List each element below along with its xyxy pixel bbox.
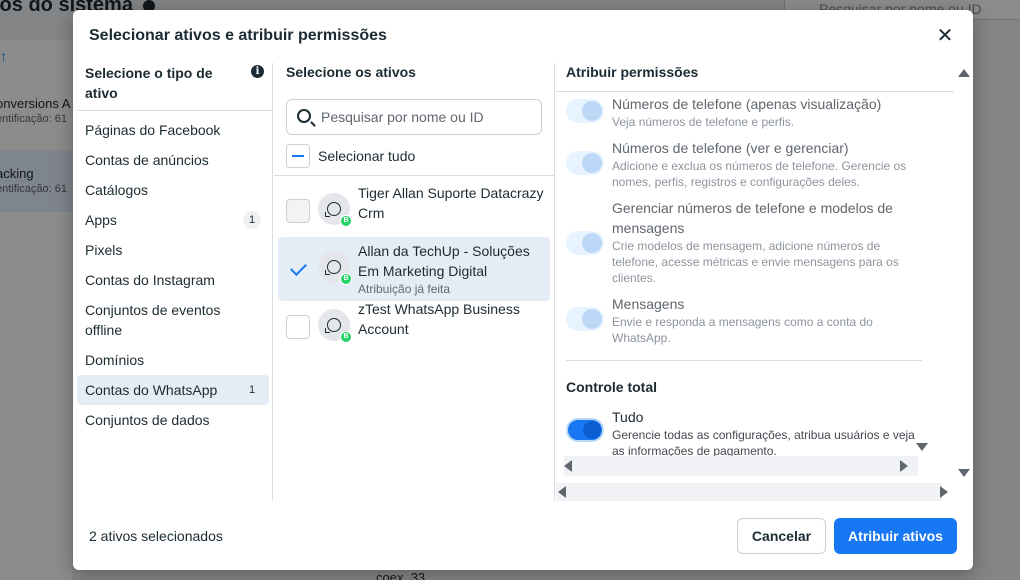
asset-type-catalogs[interactable]: Catálogos: [77, 175, 269, 205]
inner-horizontal-scrollbar[interactable]: [564, 456, 918, 476]
asset-row[interactable]: B Allan da TechUp - Soluções Em Marketin…: [278, 237, 550, 301]
asset-row[interactable]: B Tiger Allan Suporte Datacrazy Crm: [278, 179, 550, 243]
full-control-toggle[interactable]: [566, 418, 604, 442]
search-icon: [297, 109, 311, 123]
full-control-title: Controle total: [566, 379, 657, 395]
whatsapp-icon: B: [318, 193, 352, 227]
asset-type-list: Páginas do Facebook Contas de anúncios C…: [77, 111, 272, 435]
select-all-label: Selecionar tudo: [318, 148, 416, 164]
asset-type-label: Conjuntos de dados: [85, 412, 210, 428]
asset-type-pixels[interactable]: Pixels: [77, 235, 269, 265]
permission-desc: Gerencie todas as configurações, atribua…: [612, 428, 915, 458]
asset-type-datasets[interactable]: Conjuntos de dados: [77, 405, 269, 435]
asset-type-facebook-pages[interactable]: Páginas do Facebook: [77, 115, 269, 145]
asset-type-label: Contas do WhatsApp: [85, 382, 218, 398]
asset-checkbox[interactable]: [286, 199, 310, 223]
assign-assets-button[interactable]: Atribuir ativos: [834, 518, 957, 554]
check-icon[interactable]: [286, 257, 310, 281]
permission-title: Gerenciar números de telefone e modelos …: [612, 200, 893, 236]
scroll-up-icon[interactable]: [958, 69, 970, 77]
whatsapp-icon: B: [318, 309, 352, 343]
assets-title: Selecione os ativos: [286, 64, 416, 80]
scroll-left-icon[interactable]: [564, 460, 572, 472]
asset-type-column: Selecione o tipo de ativo i Páginas do F…: [77, 63, 273, 501]
permission-toggle[interactable]: [566, 231, 604, 255]
permissions-title: Atribuir permissões: [566, 64, 699, 80]
scroll-down-icon[interactable]: [916, 443, 928, 451]
asset-checkbox[interactable]: [286, 315, 310, 339]
asset-type-instagram-accounts[interactable]: Contas do Instagram: [77, 265, 269, 295]
asset-name: zTest WhatsApp Business Account: [358, 301, 520, 337]
asset-row[interactable]: B zTest WhatsApp Business Account: [278, 295, 550, 359]
dialog-title: Selecionar ativos e atribuir permissões: [89, 27, 387, 44]
asset-type-label: Conjuntos de eventos offline: [85, 302, 221, 338]
horizontal-scrollbar[interactable]: [556, 483, 942, 501]
permission-title: Números de telefone (apenas visualização…: [612, 96, 882, 112]
permission-title: Mensagens: [612, 296, 685, 312]
permission-title: Tudo: [612, 409, 644, 425]
asset-type-label: Contas do Instagram: [85, 272, 215, 288]
count-badge: 1: [248, 384, 256, 396]
asset-search-input[interactable]: [321, 106, 531, 128]
divider: [274, 175, 555, 176]
whatsapp-icon: B: [318, 251, 352, 285]
permission-desc: Veja números de telefone e perfis.: [612, 115, 795, 129]
assets-column: Selecione os ativos Selecionar tudo B Ti…: [274, 63, 555, 501]
asset-type-label: Apps: [85, 212, 117, 228]
assign-assets-dialog: Selecionar ativos e atribuir permissões …: [73, 10, 973, 570]
divider: [566, 360, 922, 361]
close-icon[interactable]: ✕: [933, 24, 957, 48]
permission-desc: Crie modelos de mensagem, adicione númer…: [612, 239, 899, 285]
selected-count-text: 2 ativos selecionados: [89, 528, 223, 544]
asset-type-label: Pixels: [85, 242, 123, 258]
permissions-scroll-area: Números de telefone (apenas visualização…: [556, 91, 954, 486]
asset-type-label: Páginas do Facebook: [85, 122, 221, 138]
cancel-button[interactable]: Cancelar: [737, 518, 826, 554]
asset-type-label: Catálogos: [85, 182, 149, 198]
asset-type-label: Contas de anúncios: [85, 152, 209, 168]
asset-type-domains[interactable]: Domínios: [77, 345, 269, 375]
select-all[interactable]: Selecionar tudo: [286, 144, 415, 168]
asset-name: Allan da TechUp - Soluções Em Marketing …: [358, 241, 544, 297]
info-icon[interactable]: i: [251, 65, 264, 78]
asset-type-whatsapp-accounts[interactable]: Contas do WhatsApp 1: [77, 375, 269, 405]
permission-desc: Envie e responda a mensagens como a cont…: [612, 315, 873, 345]
asset-type-ad-accounts[interactable]: Contas de anúncios: [77, 145, 269, 175]
asset-name: Tiger Allan Suporte Datacrazy Crm: [358, 185, 544, 221]
asset-type-apps[interactable]: Apps 1: [77, 205, 269, 235]
permission-title: Números de telefone (ver e gerenciar): [612, 140, 849, 156]
permissions-column: Atribuir permissões Números de telefone …: [556, 63, 973, 501]
permission-desc: Adicione e exclua os números de telefone…: [612, 159, 907, 189]
permission-toggle[interactable]: [566, 99, 604, 123]
scroll-right-icon[interactable]: [940, 486, 948, 498]
scroll-right-icon[interactable]: [900, 460, 908, 472]
scroll-down-icon[interactable]: [958, 469, 970, 477]
asset-type-header: Selecione o tipo de ativo i: [77, 63, 272, 111]
minus-icon[interactable]: [286, 144, 310, 168]
asset-type-offline-event-sets[interactable]: Conjuntos de eventos offline: [77, 295, 269, 345]
asset-type-title: Selecione o tipo de ativo: [85, 65, 213, 101]
permission-toggle[interactable]: [566, 307, 604, 331]
asset-type-label: Domínios: [85, 352, 145, 368]
scroll-left-icon[interactable]: [558, 486, 566, 498]
asset-search: [286, 99, 542, 135]
count-badge: 1: [243, 211, 261, 229]
permission-toggle[interactable]: [566, 151, 604, 175]
